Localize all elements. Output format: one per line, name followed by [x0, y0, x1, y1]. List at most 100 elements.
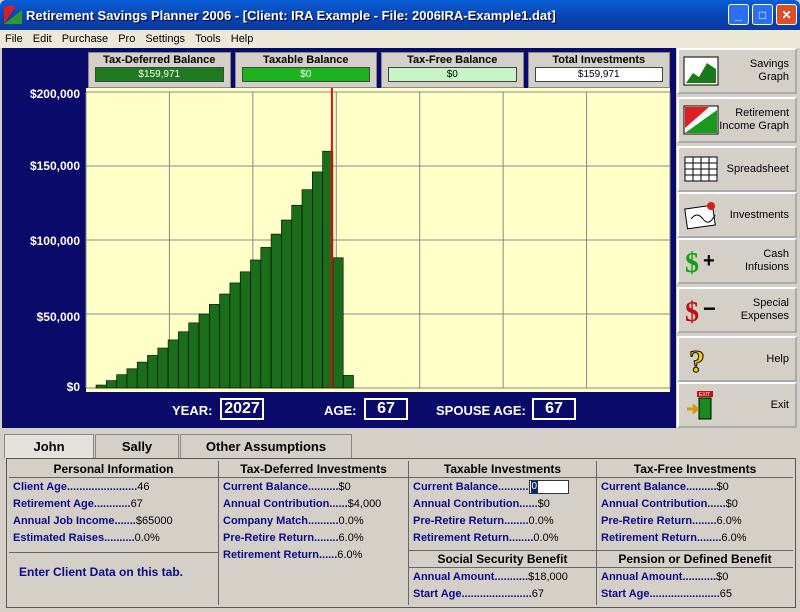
td-pre-retire-return-row[interactable]: Pre-Retire Return........ 6.0% — [219, 529, 408, 546]
td-current-balance-row[interactable]: Current Balance.......... $0 — [219, 478, 408, 495]
savings-chart: $200,000 $150,000 $100,000 $50,000 $0 — [30, 88, 671, 392]
tx-retirement-return-row[interactable]: Retirement Return........ 0.0% — [409, 529, 596, 546]
bar — [229, 282, 241, 389]
bar — [219, 293, 231, 389]
investments-button[interactable]: Investments — [677, 192, 797, 238]
tx-current-balance-row[interactable]: Current Balance.......... 0 — [409, 478, 596, 495]
tf-annual-contribution-row[interactable]: Annual Contribution...... $0 — [597, 495, 793, 512]
tax-deferred-balance: Tax-Deferred Balance $159,971 — [88, 52, 231, 88]
bar — [136, 361, 148, 389]
spreadsheet-icon — [684, 156, 718, 182]
bar — [106, 380, 117, 389]
tax-free-balance-label: Tax-Free Balance — [407, 54, 498, 66]
td-retirement-return-row[interactable]: Retirement Return...... 6.0% — [219, 546, 408, 563]
tx-annual-contribution-row[interactable]: Annual Contribution...... $0 — [409, 495, 596, 512]
tx-pre-retire-return-label: Pre-Retire Return........ — [413, 514, 529, 527]
bar — [281, 219, 292, 389]
pen-annual-amount-row[interactable]: Annual Amount........... $0 — [597, 568, 793, 585]
pen-start-age-value: 65 — [719, 587, 733, 600]
tx-retirement-return-value: 0.0% — [533, 531, 559, 544]
y-tick-label: $200,000 — [30, 88, 80, 101]
retirement-age-row[interactable]: Retirement Age............ 67 — [9, 495, 218, 512]
client-age-row[interactable]: Client Age....................... 46 — [9, 478, 218, 495]
taxable-balance-value: $0 — [241, 67, 370, 82]
cash-infusions-label: Cash Infusions — [744, 248, 789, 273]
td-current-balance-value: $0 — [338, 480, 351, 493]
tax-free-balance: Tax-Free Balance $0 — [381, 52, 524, 88]
minimize-button[interactable]: _ — [728, 4, 749, 25]
savings-graph-button[interactable]: Savings Graph — [677, 48, 797, 94]
question-glyph: ? — [689, 343, 705, 375]
special-expenses-button[interactable]: $ − Special Expenses — [677, 287, 797, 333]
menu-pro[interactable]: Pro — [113, 33, 140, 45]
exit-button[interactable]: EXIT Exit — [677, 382, 797, 428]
tx-annual-contribution-label: Annual Contribution...... — [413, 497, 538, 510]
cash-infusions-button[interactable]: $ + Cash Infusions — [677, 238, 797, 284]
maximize-icon: □ — [758, 7, 767, 22]
tf-retirement-return-row[interactable]: Retirement Return........ 6.0% — [597, 529, 793, 546]
y-tick-label: $50,000 — [37, 310, 81, 324]
bar — [178, 331, 189, 389]
tax-deferred-balance-value: $159,971 — [95, 67, 224, 82]
income-graph-icon — [683, 105, 719, 135]
bar — [239, 271, 251, 389]
year-value: 2027 — [220, 398, 264, 420]
exit-sign-glyph: EXIT — [699, 392, 710, 398]
bar — [95, 384, 107, 389]
tab-john[interactable]: John — [4, 434, 94, 458]
client-age-value: 46 — [137, 480, 150, 493]
bar — [270, 233, 282, 389]
pension-title: Pension or Defined Benefit — [597, 551, 793, 568]
tx-current-balance-input[interactable]: 0 — [528, 479, 569, 494]
social-security-section: Social Security Benefit Annual Amount...… — [409, 551, 597, 605]
maximize-button[interactable]: □ — [752, 4, 773, 25]
raises-label: Estimated Raises.......... — [13, 531, 135, 544]
dollar-glyph: $ — [685, 297, 699, 326]
menu-settings[interactable]: Settings — [140, 33, 190, 45]
ss-start-age-row[interactable]: Start Age....................... 67 — [409, 585, 596, 602]
tx-current-balance-value: 0 — [530, 480, 539, 493]
bar — [147, 355, 159, 389]
tab-sally[interactable]: Sally — [95, 434, 179, 458]
td-company-match-label: Company Match.......... — [223, 514, 339, 527]
raises-row[interactable]: Estimated Raises.......... 0.0% — [9, 529, 218, 546]
td-company-match-row[interactable]: Company Match.......... 0.0% — [219, 512, 408, 529]
tx-pre-retire-return-row[interactable]: Pre-Retire Return........ 0.0% — [409, 512, 596, 529]
help-icon: ? — [689, 343, 706, 375]
bar — [126, 368, 138, 389]
pen-start-age-label: Start Age....................... — [601, 587, 720, 600]
retirement-income-graph-button[interactable]: Retirement Income Graph — [677, 97, 797, 143]
menu-tools[interactable]: Tools — [190, 33, 226, 45]
menu-file[interactable]: File — [0, 33, 28, 45]
ss-start-age-label: Start Age....................... — [413, 587, 532, 600]
app-icon — [4, 6, 22, 24]
tax-deferred-title: Tax-Deferred Investments — [219, 461, 408, 478]
tf-current-balance-row[interactable]: Current Balance.......... $0 — [597, 478, 793, 495]
close-button[interactable]: ✕ — [776, 4, 797, 25]
td-annual-contribution-row[interactable]: Annual Contribution...... $4,000 — [219, 495, 408, 512]
help-button[interactable]: ? Help — [677, 336, 797, 382]
exit-label: Exit — [770, 398, 789, 411]
job-income-row[interactable]: Annual Job Income....... $65000 — [9, 512, 218, 529]
dollar-glyph: $ — [685, 248, 699, 277]
pen-start-age-row[interactable]: Start Age....................... 65 — [597, 585, 793, 602]
menu-purchase[interactable]: Purchase — [57, 33, 113, 45]
pension-section: Pension or Defined Benefit Annual Amount… — [597, 551, 793, 605]
savings-graph-icon — [683, 56, 719, 86]
menu-help[interactable]: Help — [226, 33, 259, 45]
tf-pre-retire-return-row[interactable]: Pre-Retire Return........ 6.0% — [597, 512, 793, 529]
td-retirement-return-value: 6.0% — [337, 548, 363, 561]
close-icon: ✕ — [781, 7, 792, 22]
tx-pre-retire-return-value: 0.0% — [528, 514, 554, 527]
menu-edit[interactable]: Edit — [28, 33, 57, 45]
ss-annual-amount-row[interactable]: Annual Amount........... $18,000 — [409, 568, 596, 585]
tf-retirement-return-label: Retirement Return........ — [601, 531, 722, 544]
plus-glyph: + — [703, 250, 715, 272]
tab-strip: John Sally Other Assumptions — [4, 434, 353, 458]
client-data-panel: Personal Information Client Age.........… — [6, 458, 796, 608]
bar — [291, 204, 303, 389]
cash-plus-icon: $ + — [685, 248, 715, 277]
spreadsheet-button[interactable]: Spreadsheet — [677, 146, 797, 192]
tab-other-assumptions[interactable]: Other Assumptions — [180, 434, 352, 458]
retirement-income-graph-label: Retirement Income Graph — [719, 107, 789, 132]
